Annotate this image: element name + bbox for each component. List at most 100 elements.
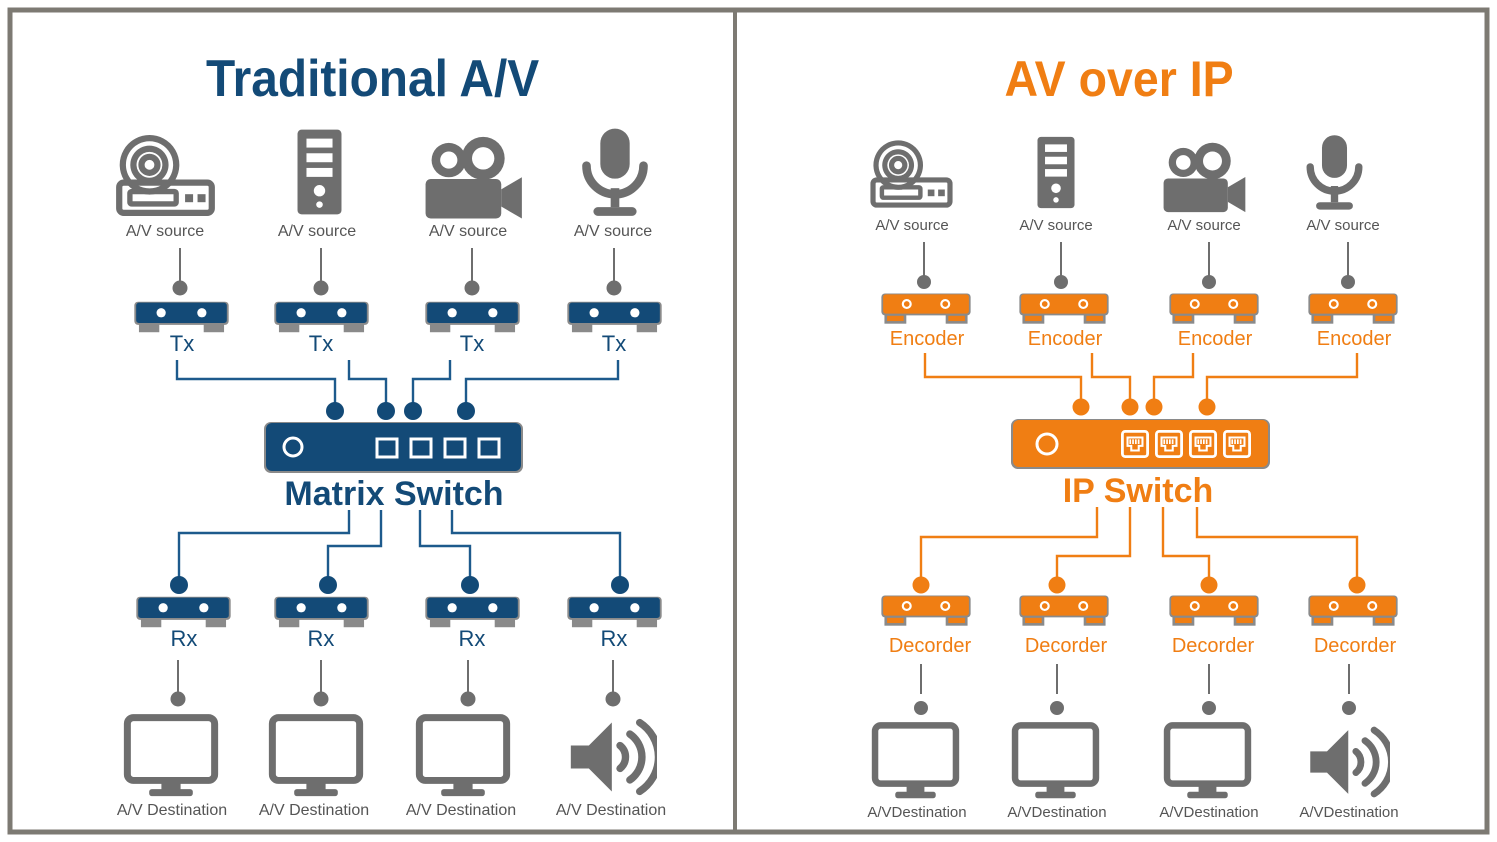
wiring-encoder-dots — [1072, 398, 1216, 416]
destination-label: A/VDestination — [1007, 804, 1106, 821]
tx-group-3: Tx — [425, 301, 520, 356]
wiring-encoder-to-switch — [923, 353, 1359, 400]
encoder-device-icon — [1018, 292, 1110, 324]
speaker-icon — [571, 723, 659, 792]
wiring-destination-dots — [170, 691, 621, 707]
source-label: A/V source — [875, 217, 948, 234]
destination-group-4: A/V Destination — [556, 723, 666, 819]
destination-group-4: A/VDestination — [1299, 730, 1399, 821]
decoder-device-icon — [1018, 594, 1110, 626]
speaker-icon — [1310, 730, 1391, 794]
transmitter-device-icon — [274, 301, 369, 333]
rx-group-2: Rx — [274, 596, 369, 651]
source-label: A/V source — [429, 223, 507, 240]
monitor-icon — [1015, 725, 1096, 798]
destination-label: A/V Destination — [259, 802, 369, 819]
wiring-rx-to-destination — [177, 660, 614, 692]
source-label: A/V source — [574, 223, 652, 240]
link-dot — [464, 280, 480, 296]
tx-label: Tx — [170, 331, 194, 356]
decoder-label: Decorder — [1172, 635, 1255, 657]
source-group-1: A/V source — [119, 138, 212, 296]
link-dot — [172, 280, 188, 296]
decoder-device-icon — [880, 594, 972, 626]
rx-group-3: Rx — [425, 596, 520, 651]
monitor-icon — [272, 718, 359, 797]
rx-label: Rx — [601, 626, 628, 651]
decoder-label: Decorder — [1314, 635, 1397, 657]
receiver-device-icon — [136, 596, 231, 628]
destination-group-3: A/V Destination — [406, 718, 516, 819]
destination-label: A/VDestination — [1159, 804, 1258, 821]
decoder-device-icon — [1307, 594, 1399, 626]
destination-group-1: A/VDestination — [867, 725, 967, 821]
monitor-icon — [127, 718, 214, 797]
encoder-group-2: Encoder — [1018, 292, 1110, 350]
source-group-4: A/V source — [574, 129, 652, 296]
destination-label: A/V Destination — [117, 802, 227, 819]
rx-label: Rx — [308, 626, 335, 651]
panel-traditional: Traditional A/V A/V source A/V source A/… — [0, 49, 666, 819]
decoder-group-3: Decorder — [1168, 594, 1260, 657]
destination-group-2: A/V Destination — [259, 718, 369, 819]
monitor-icon — [875, 725, 956, 798]
source-group-2: A/V source — [1019, 136, 1093, 289]
encoder-group-1: Encoder — [880, 292, 972, 350]
panel-avoverip: AV over IP A/V source A/V source A/V sou… — [867, 51, 1399, 821]
wiring-switch-to-rx — [177, 510, 622, 577]
diagram-canvas: Traditional A/V A/V source A/V source A/… — [0, 0, 1497, 842]
link-dot — [606, 280, 622, 296]
encoder-group-4: Encoder — [1307, 292, 1399, 350]
encoder-label: Encoder — [1178, 328, 1253, 350]
source-group-1: A/V source — [873, 143, 950, 289]
matrix-switch-label: Matrix Switch — [284, 475, 503, 513]
destination-group-3: A/VDestination — [1159, 725, 1259, 821]
link-dot — [313, 280, 329, 296]
destination-group-1: A/V Destination — [117, 718, 227, 819]
source-group-3: A/V source — [425, 136, 522, 296]
disc-player-icon — [873, 143, 950, 205]
decoder-device-icon — [1168, 594, 1260, 626]
monitor-icon — [1167, 725, 1248, 798]
source-label: A/V source — [1167, 217, 1240, 234]
wiring-switch-to-decoder — [919, 507, 1359, 577]
encoder-label: Encoder — [1028, 328, 1103, 350]
tx-label: Tx — [460, 331, 484, 356]
destination-group-2: A/VDestination — [1007, 725, 1107, 821]
decoder-group-1: Decorder — [880, 594, 972, 657]
encoder-group-3: Encoder — [1168, 292, 1260, 350]
wiring-destination-dots — [914, 701, 1356, 715]
link-dot — [1202, 275, 1216, 289]
decoder-group-2: Decorder — [1018, 594, 1110, 657]
wiring-decoder-dots — [912, 576, 1366, 594]
destination-label: A/VDestination — [867, 804, 966, 821]
wiring-rx-dots — [170, 576, 629, 594]
transmitter-device-icon — [134, 301, 229, 333]
wiring-tx-to-switch — [175, 360, 620, 403]
decoder-group-4: Decorder — [1307, 594, 1399, 657]
receiver-device-icon — [274, 596, 369, 628]
wiring-tx-dots — [326, 402, 475, 420]
tx-label: Tx — [309, 331, 333, 356]
transmitter-device-icon — [567, 301, 662, 333]
link-dot — [1341, 275, 1355, 289]
rx-label: Rx — [459, 626, 486, 651]
source-label: A/V source — [1306, 217, 1379, 234]
panel-title-avoverip: AV over IP — [1005, 51, 1234, 107]
disc-player-icon — [119, 138, 212, 213]
video-camera-icon — [1163, 142, 1246, 213]
source-group-2: A/V source — [278, 129, 356, 296]
rx-group-1: Rx — [136, 596, 231, 651]
encoder-label: Encoder — [1317, 328, 1392, 350]
monitor-icon — [419, 718, 506, 797]
desktop-tower-icon — [297, 129, 342, 215]
panel-title-traditional: Traditional A/V — [206, 49, 539, 107]
wiring-decoder-to-destination — [920, 664, 1350, 694]
ip-switch-label: IP Switch — [1063, 472, 1214, 510]
microphone-icon — [587, 129, 644, 216]
encoder-device-icon — [1307, 292, 1399, 324]
source-label: A/V source — [278, 223, 356, 240]
video-camera-icon — [425, 136, 522, 219]
microphone-icon — [1310, 135, 1359, 209]
receiver-device-icon — [567, 596, 662, 628]
